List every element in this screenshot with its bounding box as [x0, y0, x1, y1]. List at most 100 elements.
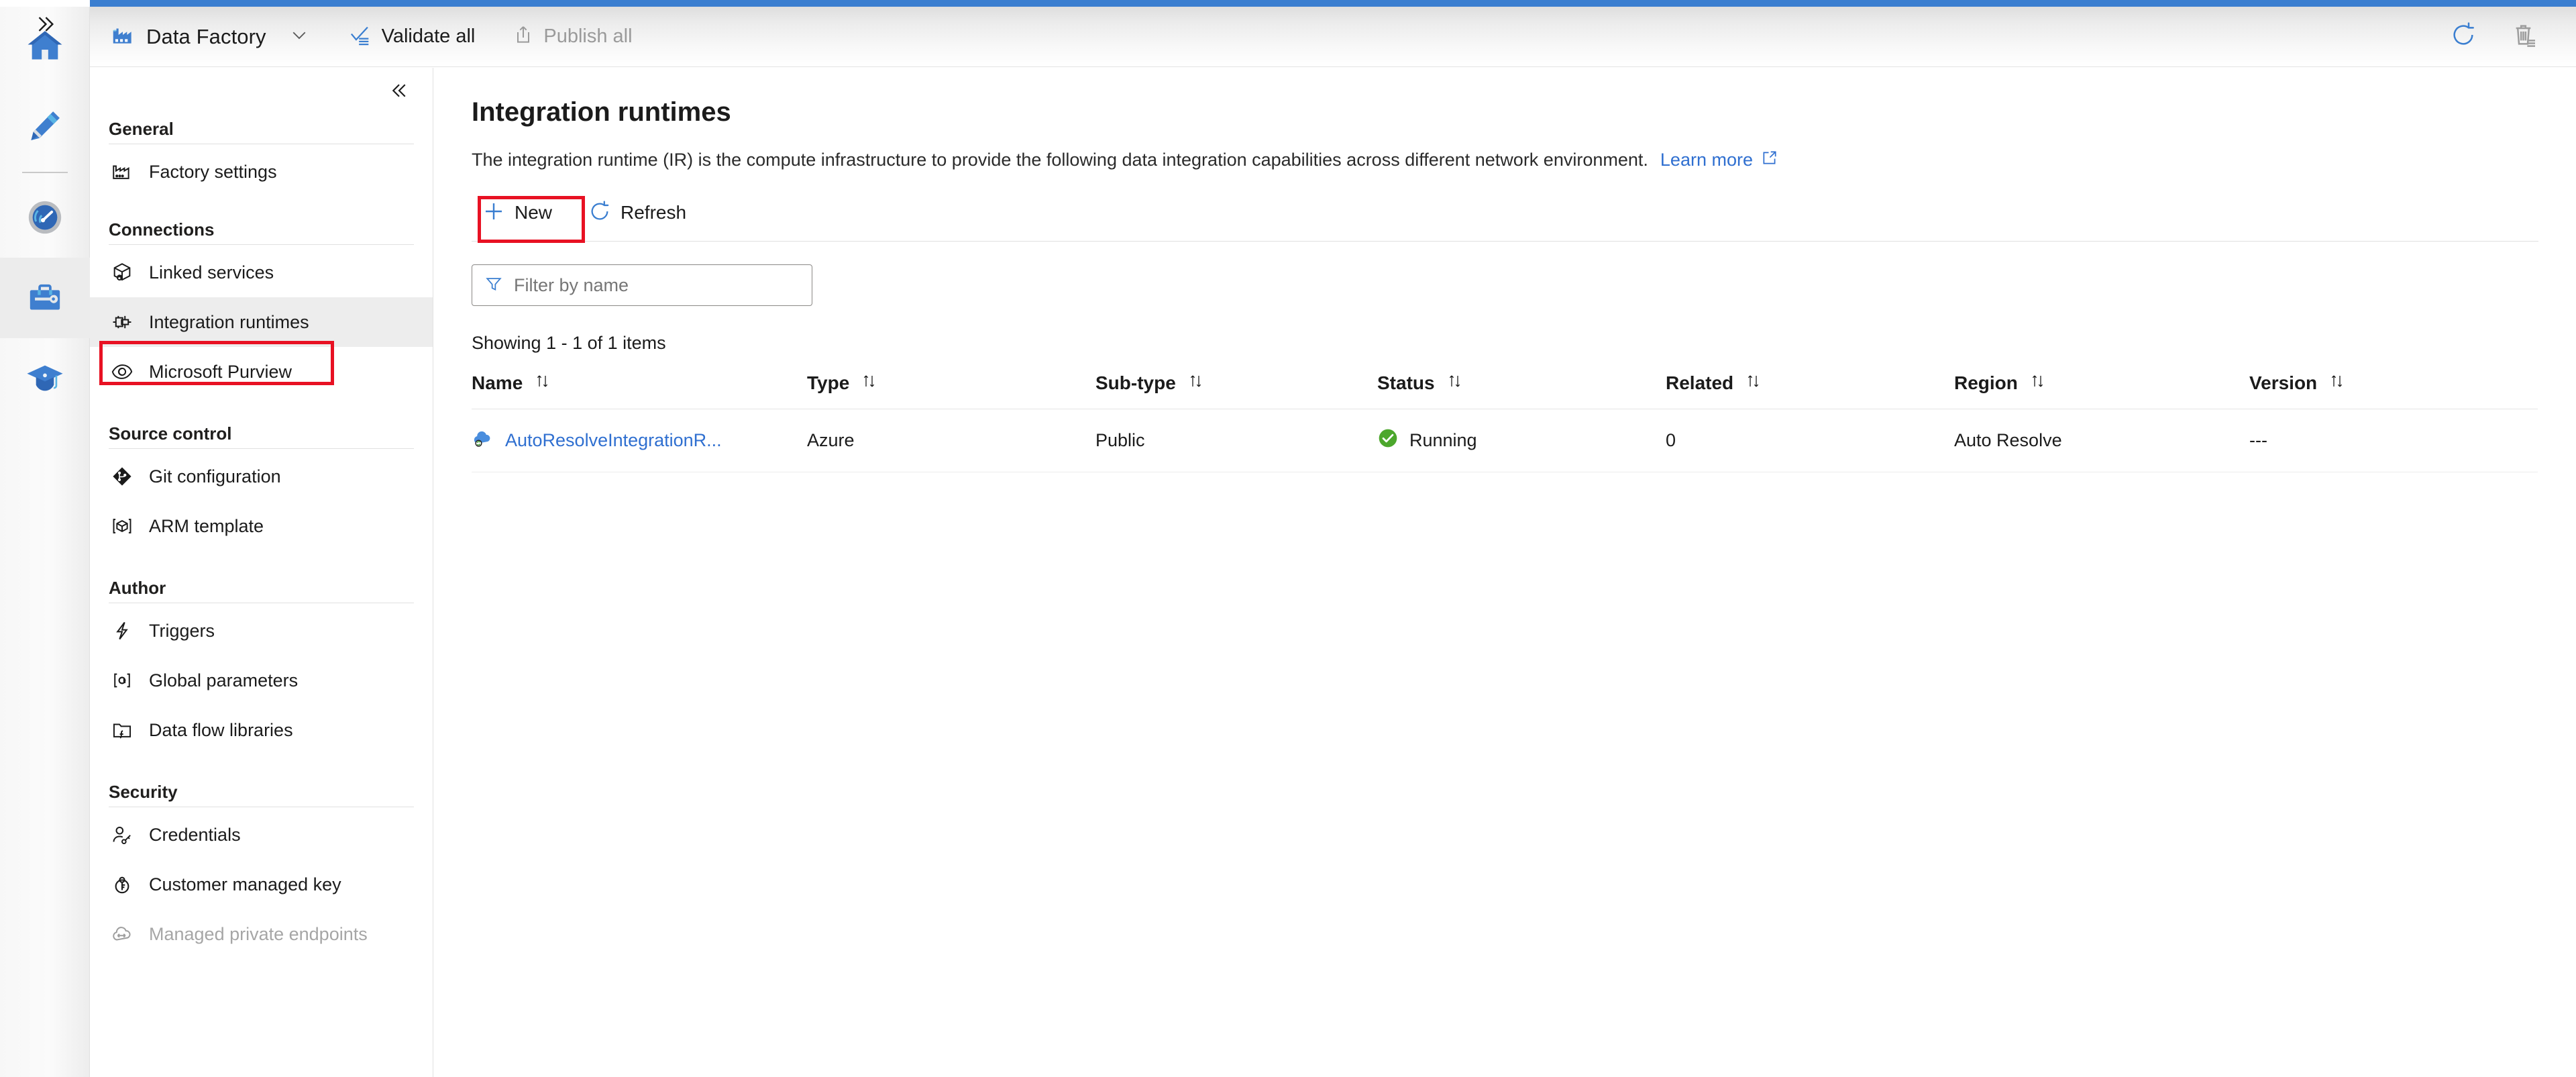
sidebar-item-factory-settings[interactable]: Factory settings [90, 147, 433, 197]
chevron-double-left-icon [389, 81, 409, 104]
funnel-filter-icon [484, 274, 503, 297]
lightning-icon [109, 617, 136, 644]
learn-more-label: Learn more [1660, 150, 1753, 170]
main-content: Integration runtimes The integration run… [434, 68, 2576, 1077]
column-header-related[interactable]: Related [1666, 372, 1954, 409]
new-button[interactable]: New [472, 192, 563, 234]
external-link-icon [1761, 149, 1778, 171]
learn-more-link[interactable]: Learn more [1660, 149, 1778, 171]
cell-name: AutoResolveIntegrationR... [472, 409, 807, 472]
sidebar-item-arm-template[interactable]: ARM template [90, 501, 433, 551]
sidebar-item-microsoft-purview[interactable]: Microsoft Purview [90, 347, 433, 397]
purview-eye-icon [109, 358, 136, 385]
check-circle-icon [1377, 427, 1399, 454]
sidebar-group-security: Security Credentials Customer managed ke… [90, 782, 433, 959]
integration-runtimes-table: Name Type Sub-type Status Related Region… [472, 372, 2538, 472]
rail-item-monitor[interactable] [0, 177, 90, 258]
column-header-status[interactable]: Status [1377, 372, 1666, 409]
global-parameters-icon [109, 667, 136, 694]
filter-input-placeholder: Filter by name [514, 274, 629, 295]
refresh-button[interactable]: Refresh [578, 192, 697, 234]
sidebar-item-managed-private-endpoints[interactable]: Managed private endpoints [90, 909, 433, 959]
header-refresh-button[interactable] [2445, 18, 2482, 56]
filter-row: Filter by name [472, 264, 2576, 306]
sidebar-item-credentials[interactable]: Credentials [90, 810, 433, 860]
sort-updown-icon [1746, 372, 1762, 394]
top-accent-bar [0, 0, 2576, 7]
header-delete-button[interactable] [2506, 18, 2544, 56]
sidebar-item-label: Integration runtimes [149, 311, 309, 332]
column-header-label: Related [1666, 372, 1734, 393]
column-header-sub-type[interactable]: Sub-type [1095, 372, 1377, 409]
sort-updown-icon [2329, 372, 2345, 394]
data-factory-icon [110, 22, 136, 51]
sidebar-item-label: ARM template [149, 515, 264, 536]
column-header-label: Status [1377, 372, 1435, 393]
column-header-region[interactable]: Region [1954, 372, 2249, 409]
sidebar-item-global-parameters[interactable]: Global parameters [90, 656, 433, 705]
sort-updown-icon [1447, 372, 1463, 394]
cell-type: Azure [807, 409, 1095, 472]
managed-private-endpoint-icon [109, 921, 136, 947]
sidebar-item-label: Global parameters [149, 670, 299, 690]
page-title: Integration runtimes [472, 97, 731, 127]
table-row[interactable]: AutoResolveIntegrationR... Azure Public … [472, 409, 2538, 472]
linked-services-icon [109, 259, 136, 286]
sidebar-item-label: Linked services [149, 262, 274, 283]
showing-count: Showing 1 - 1 of 1 items [472, 333, 666, 353]
left-icon-rail [0, 7, 90, 1077]
app-switcher[interactable]: Data Factory [106, 7, 270, 66]
azure-ir-cloud-icon [472, 427, 494, 454]
sidebar-item-label: Factory settings [149, 161, 277, 182]
sidebar-item-triggers[interactable]: Triggers [90, 606, 433, 656]
home-icon [25, 26, 64, 68]
sidebar-item-data-flow-libraries[interactable]: Data flow libraries [90, 705, 433, 755]
sidebar-item-customer-managed-key[interactable]: Customer managed key [90, 860, 433, 909]
sidebar-item-git-configuration[interactable]: Git configuration [90, 452, 433, 501]
sidebar-group-title: Security [109, 782, 178, 802]
rail-item-manage[interactable] [0, 258, 90, 338]
sidebar-item-linked-services[interactable]: Linked services [90, 248, 433, 297]
chevron-down-icon [289, 25, 309, 48]
sidebar-item-label: Data flow libraries [149, 719, 293, 740]
column-header-version[interactable]: Version [2249, 372, 2538, 409]
column-header-label: Sub-type [1095, 372, 1176, 393]
sidebar-group-title: Source control [109, 423, 232, 444]
data-flow-libraries-icon [109, 717, 136, 743]
rail-divider [21, 172, 68, 173]
publish-all-button[interactable]: Publish all [507, 19, 637, 55]
sidebar-group-source-control: Source control Git configuration ARM tem… [90, 423, 433, 551]
sidebar-item-label: Managed private endpoints [149, 923, 368, 944]
cell-region: Auto Resolve [1954, 409, 2249, 472]
sidebar-group-rule [109, 244, 414, 245]
sidebar-group-title: General [109, 119, 174, 139]
rail-item-author[interactable] [0, 87, 90, 168]
sidebar-collapse-button[interactable] [380, 73, 418, 111]
trash-icon [2512, 21, 2538, 52]
sidebar-item-integration-runtimes[interactable]: Integration runtimes [90, 297, 433, 347]
cell-status: Running [1377, 409, 1666, 472]
validate-icon [350, 23, 372, 50]
integration-runtime-link[interactable]: AutoResolveIntegrationR... [505, 430, 722, 451]
column-header-type[interactable]: Type [807, 372, 1095, 409]
column-header-label: Region [1954, 372, 2018, 393]
cell-version: --- [2249, 409, 2538, 472]
refresh-circle-icon [2450, 21, 2477, 52]
rail-item-home[interactable] [0, 7, 90, 87]
column-header-label: Name [472, 372, 523, 393]
column-header-name[interactable]: Name [472, 372, 807, 409]
validate-all-button[interactable]: Validate all [344, 19, 481, 55]
rail-item-learning-center[interactable] [0, 338, 90, 419]
filter-input-wrapper[interactable]: Filter by name [472, 264, 812, 306]
factory-icon [109, 158, 136, 185]
arm-template-icon [109, 513, 136, 540]
status-badge: Running [1409, 430, 1477, 450]
toolbox-wrench-icon [30, 284, 60, 310]
new-button-label: New [515, 202, 553, 223]
publish-all-label: Publish all [543, 25, 633, 47]
sidebar-group-general: General Factory settings [90, 119, 433, 197]
cell-sub-type: Public [1095, 409, 1377, 472]
cell-related: 0 [1666, 409, 1954, 472]
app-switcher-chevron[interactable] [281, 19, 317, 55]
table-header-row: Name Type Sub-type Status Related Region… [472, 372, 2538, 409]
